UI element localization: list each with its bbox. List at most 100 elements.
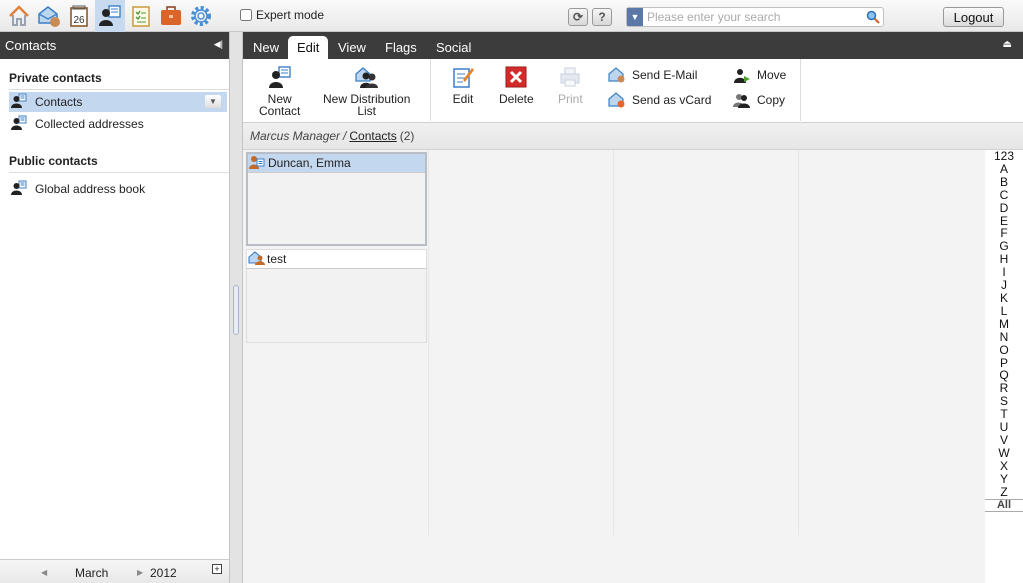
mail-icon	[38, 6, 60, 27]
sidebar-splitter[interactable]	[229, 32, 243, 583]
expert-mode-toggle[interactable]: Expert mode	[240, 8, 324, 22]
new-contact-icon	[268, 65, 292, 89]
briefcase-icon	[161, 6, 181, 25]
logout-button[interactable]: Logout	[943, 7, 1004, 27]
contact-card-grid: Duncan, Emma test	[243, 150, 985, 535]
alphabet-letter-z[interactable]: Z	[985, 485, 1023, 499]
app-infostore-button[interactable]	[157, 2, 185, 30]
print-label: Print	[558, 92, 583, 106]
folder-label: Contacts	[35, 95, 83, 109]
new-distribution-list-button[interactable]: New Distribution List	[323, 65, 410, 117]
move-button[interactable]: Move	[733, 67, 786, 83]
expert-mode-label: Expert mode	[256, 8, 325, 22]
app-settings-button[interactable]	[187, 2, 215, 30]
refresh-icon: ⟳	[572, 10, 584, 24]
send-email-button[interactable]: Send E-Mail	[608, 67, 697, 83]
app-mail-button[interactable]	[35, 2, 63, 30]
collapse-sidebar-icon[interactable]: ◀|	[214, 39, 223, 50]
app-calendar-button[interactable]: 26	[65, 2, 93, 30]
folder-label: Collected addresses	[35, 117, 144, 131]
alphabet-letter-n[interactable]: N	[985, 330, 1023, 344]
print-button[interactable]: Print	[558, 65, 583, 105]
new-contact-button[interactable]: New Contact	[259, 65, 300, 117]
new-distribution-list-icon	[354, 65, 380, 89]
search-box: ▼	[626, 7, 884, 27]
alphabet-letter-b[interactable]: B	[985, 175, 1023, 189]
app-portal-button[interactable]	[5, 2, 33, 30]
contacts-folder-icon	[11, 93, 29, 112]
folder-contacts[interactable]: Contacts ▼	[9, 92, 227, 112]
refresh-button[interactable]: ⟳	[568, 8, 588, 26]
search-input[interactable]	[643, 10, 863, 24]
folder-global-address-book[interactable]: Global address book	[9, 179, 227, 199]
alphabet-letter-a[interactable]: A	[985, 163, 1023, 176]
month-label[interactable]: March	[75, 566, 108, 580]
copy-button[interactable]: Copy	[733, 92, 785, 108]
contact-card[interactable]: test	[246, 249, 427, 343]
folder-label: Global address book	[35, 182, 146, 196]
alphabet-all[interactable]: All	[985, 499, 1023, 513]
alphabet-letter-v[interactable]: V	[985, 434, 1023, 447]
app-contacts-button[interactable]	[95, 0, 125, 32]
contact-name: test	[267, 252, 287, 266]
alphabet-letter-o[interactable]: O	[985, 343, 1023, 357]
folder-menu-button[interactable]: ▼	[205, 95, 221, 108]
breadcrumb: Marcus Manager / Contacts (2)	[243, 123, 1023, 150]
delete-button[interactable]: Delete	[499, 65, 534, 105]
collapse-toolbar-icon[interactable]: ⏏	[1003, 39, 1012, 50]
app-tasks-button[interactable]	[127, 2, 155, 30]
help-icon: ?	[598, 10, 606, 24]
contact-count: (2)	[399, 129, 415, 143]
send-vcard-icon	[608, 92, 626, 108]
tab-flags[interactable]: Flags	[376, 36, 426, 59]
move-icon	[733, 67, 751, 83]
alphabet-letter-d[interactable]: D	[985, 201, 1023, 215]
copy-icon	[733, 92, 751, 108]
alphabet-letter-k[interactable]: K	[985, 292, 1023, 305]
tab-edit[interactable]: Edit	[288, 36, 329, 59]
breadcrumb-folder-link[interactable]: Contacts	[349, 129, 396, 143]
tab-view[interactable]: View	[329, 36, 375, 59]
year-label[interactable]: 2012	[150, 566, 177, 580]
contacts-folder-icon	[11, 180, 29, 199]
alphabet-letter-m[interactable]: M	[985, 317, 1023, 331]
search-button[interactable]	[863, 10, 883, 24]
contact-card-header: test	[247, 250, 426, 269]
expand-calendar-icon[interactable]: +	[212, 564, 222, 574]
chevron-down-icon: ▼	[630, 12, 640, 22]
alphabet-letter-123[interactable]: 123	[985, 150, 1023, 163]
expert-mode-checkbox[interactable]	[240, 9, 252, 21]
grid-column-divider	[613, 150, 614, 535]
splitter-grip-handle[interactable]	[233, 285, 239, 335]
next-month-icon[interactable]: ▶	[137, 568, 143, 577]
toolbar-divider	[800, 59, 801, 121]
folder-collected-addresses[interactable]: Collected addresses	[9, 114, 227, 134]
breadcrumb-user: Marcus Manager	[250, 129, 341, 143]
alphabet-letter-w[interactable]: W	[985, 446, 1023, 460]
alphabet-letter-y[interactable]: Y	[985, 472, 1023, 486]
home-icon	[9, 5, 29, 26]
contact-card[interactable]: Duncan, Emma	[246, 152, 427, 246]
help-button[interactable]: ?	[592, 8, 612, 26]
alphabet-letter-u[interactable]: U	[985, 421, 1023, 434]
toolbar-divider	[430, 59, 431, 121]
contact-icon	[249, 155, 267, 172]
move-label: Move	[757, 68, 787, 82]
grid-column-divider	[428, 150, 429, 535]
previous-month-icon[interactable]: ◀	[41, 568, 47, 577]
alphabet-letter-c[interactable]: C	[985, 188, 1023, 202]
edit-label: Edit	[452, 92, 474, 106]
contacts-folder-icon	[11, 115, 29, 134]
sidebar-header: Contacts ◀|	[0, 32, 229, 59]
tab-social[interactable]: Social	[427, 36, 480, 59]
tab-new[interactable]: New	[244, 36, 288, 59]
send-vcard-button[interactable]: Send as vCard	[608, 92, 711, 108]
alphabet-letter-l[interactable]: L	[985, 304, 1023, 318]
delete-label: Delete	[499, 92, 534, 106]
send-email-label: Send E-Mail	[632, 68, 698, 82]
alphabet-letter-x[interactable]: X	[985, 459, 1023, 473]
grid-column-divider	[798, 150, 799, 535]
edit-button[interactable]: Edit	[451, 65, 475, 105]
search-options-dropdown[interactable]: ▼	[627, 8, 643, 26]
tab-bar: New Edit View Flags Social ⏏	[243, 32, 1023, 59]
